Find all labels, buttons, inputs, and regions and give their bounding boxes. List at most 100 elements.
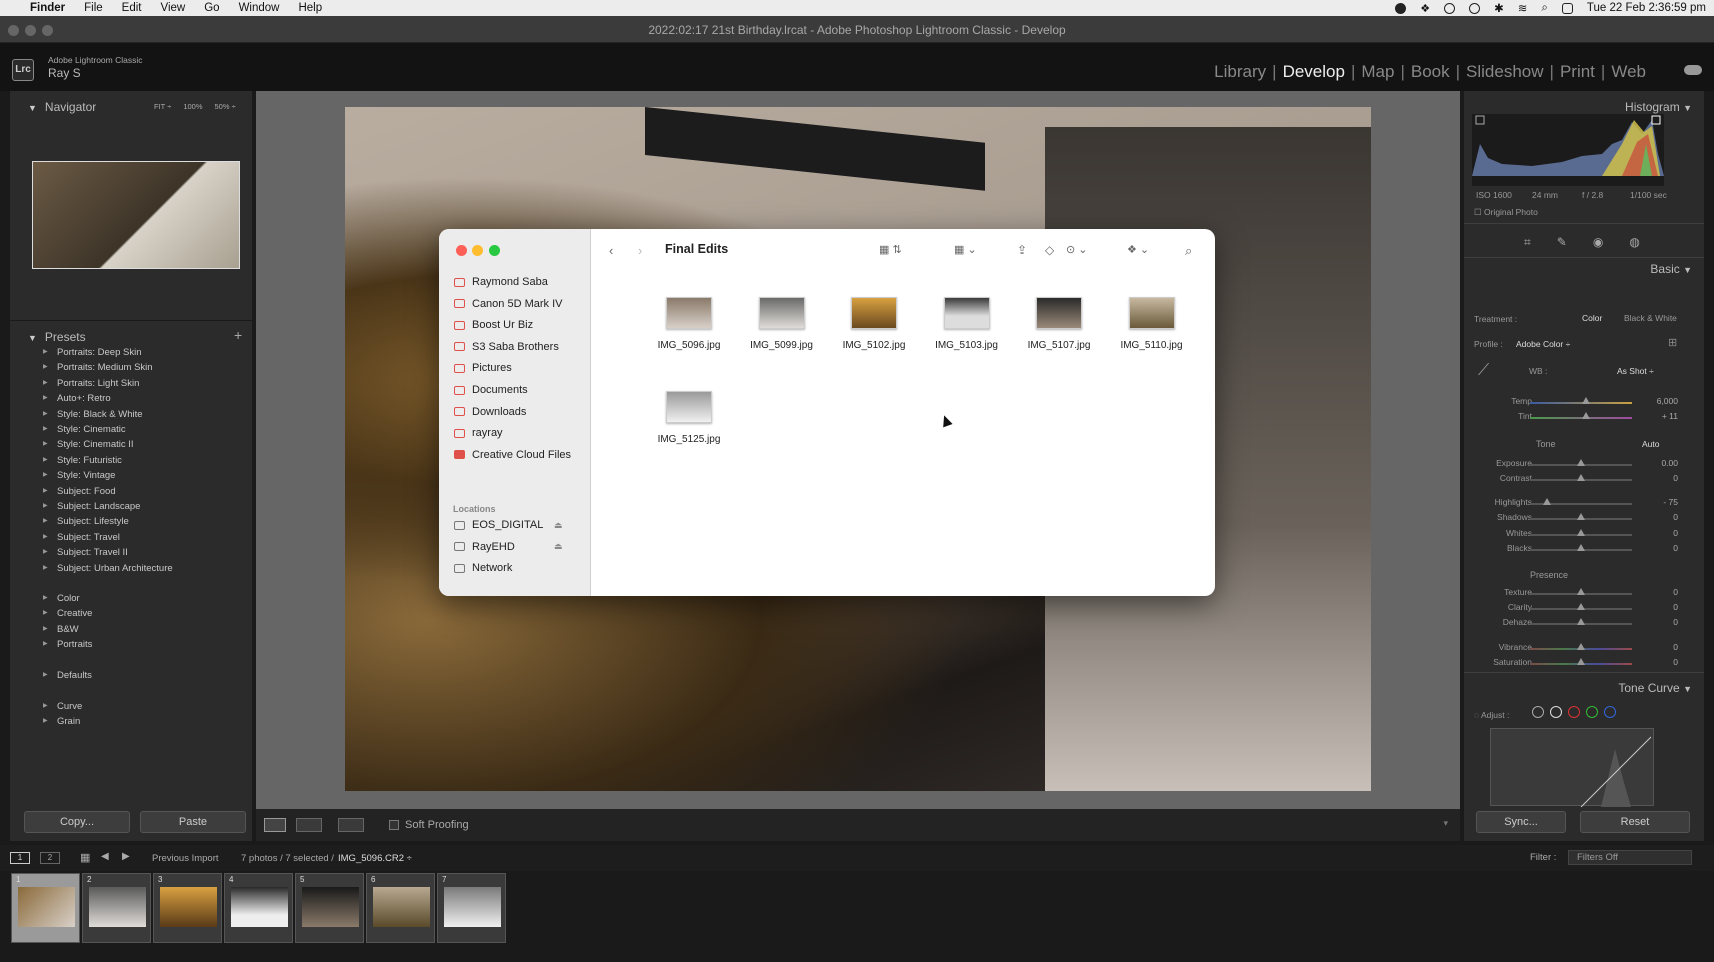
main-window-button[interactable]: 1 — [10, 852, 30, 864]
loupe-view-icon[interactable] — [264, 818, 286, 832]
icon-view-grid-icon[interactable]: ▦ ⇅ — [879, 243, 902, 256]
bluetooth-icon[interactable]: ✱ — [1494, 1, 1504, 15]
sync-button[interactable]: Sync... — [1476, 811, 1566, 833]
slider-value[interactable]: + 11 — [1638, 411, 1678, 421]
slider-track[interactable] — [1530, 658, 1632, 665]
zoom-fit[interactable]: FIT ÷ — [154, 102, 171, 111]
finder-sidebar-item[interactable]: Documents — [454, 384, 528, 396]
finder-sidebar-item[interactable]: S3 Saba Brothers — [454, 341, 559, 353]
slider-track[interactable] — [1530, 588, 1632, 595]
module-book[interactable]: Book — [1411, 62, 1450, 82]
preset-item[interactable]: Portraits: Light Skin — [43, 378, 139, 389]
eject-icon[interactable]: ⏏ — [554, 520, 563, 531]
filmstrip-frame[interactable]: 2 — [82, 873, 151, 943]
paste-button[interactable]: Paste — [140, 811, 246, 833]
sync-status-icon[interactable] — [1444, 2, 1456, 14]
slider-knob[interactable] — [1582, 412, 1591, 419]
slider-knob[interactable] — [1582, 397, 1591, 404]
back-chevron-icon[interactable]: ‹ — [609, 243, 613, 258]
slider-knob[interactable] — [1577, 618, 1585, 625]
slider-value[interactable]: 0 — [1638, 528, 1678, 538]
slider-value[interactable]: 0 — [1638, 602, 1678, 612]
white-balance-picker-icon[interactable]: ⟋ — [1478, 362, 1489, 380]
module-develop[interactable]: Develop — [1283, 62, 1345, 82]
finder-sidebar-item[interactable]: Pictures — [454, 362, 512, 374]
finder-sidebar-item[interactable]: Boost Ur Biz — [454, 319, 533, 331]
slider-knob[interactable] — [1577, 643, 1585, 650]
slider-value[interactable]: 0 — [1638, 473, 1678, 483]
red-channel-icon[interactable] — [1568, 706, 1580, 718]
slider-value[interactable]: 0 — [1638, 642, 1678, 652]
finder-zoom-button[interactable] — [489, 245, 500, 256]
preset-group[interactable]: Color — [43, 593, 80, 604]
preset-item[interactable]: Subject: Travel — [43, 532, 120, 543]
slider-track[interactable] — [1530, 544, 1632, 551]
finder-file-item[interactable]: IMG_5102.jpg — [834, 297, 914, 351]
slider-knob[interactable] — [1577, 603, 1585, 610]
preset-item[interactable]: Style: Vintage — [43, 470, 116, 481]
navigator-preview[interactable] — [32, 161, 240, 269]
finder-file-item[interactable]: IMG_5125.jpg — [649, 391, 729, 445]
parametric-curve-icon[interactable] — [1532, 706, 1544, 718]
finder-file-item[interactable]: IMG_5096.jpg — [649, 297, 729, 351]
treatment-bw[interactable]: Black & White — [1624, 313, 1677, 323]
preset-item[interactable]: Auto+: Retro — [43, 393, 111, 404]
slider-track[interactable] — [1530, 459, 1632, 466]
slider-knob[interactable] — [1577, 588, 1585, 595]
wb-select[interactable]: As Shot ÷ — [1617, 366, 1654, 376]
slider-knob[interactable] — [1577, 513, 1585, 520]
tone-curve-graph[interactable] — [1490, 728, 1654, 808]
more-actions-icon[interactable]: ⊙ ⌄ — [1066, 243, 1088, 256]
spot-heal-icon[interactable]: ✎ — [1557, 235, 1567, 250]
finder-sidebar-item[interactable]: Raymond Saba — [454, 276, 548, 288]
finder-sidebar-item[interactable]: rayray — [454, 427, 503, 439]
share-icon[interactable]: ⇪ — [1017, 243, 1027, 257]
module-print[interactable]: Print — [1560, 62, 1595, 82]
search-icon[interactable]: ⌕ — [1185, 243, 1192, 259]
slider-knob[interactable] — [1577, 459, 1585, 466]
slider-knob[interactable] — [1577, 474, 1585, 481]
histogram[interactable] — [1472, 114, 1664, 186]
slider-track[interactable] — [1530, 618, 1632, 625]
menu-app-finder[interactable]: Finder — [30, 2, 65, 14]
zoom-100[interactable]: 100% — [183, 102, 202, 111]
module-web[interactable]: Web — [1611, 62, 1646, 82]
slider-knob[interactable] — [1577, 544, 1585, 551]
dropbox-icon[interactable]: ❖ — [1420, 2, 1430, 15]
filmstrip-selected-file[interactable]: IMG_5096.CR2 ÷ — [338, 853, 412, 864]
preset-item[interactable]: Subject: Lifestyle — [43, 516, 129, 527]
finder-file-item[interactable]: IMG_5099.jpg — [742, 297, 822, 351]
eject-icon[interactable]: ⏏ — [554, 541, 563, 552]
slider-knob[interactable] — [1543, 498, 1552, 505]
menu-view[interactable]: View — [161, 2, 186, 14]
preset-item[interactable]: Style: Cinematic II — [43, 439, 133, 450]
toolbar-menu-chevron-icon[interactable]: ▾ — [1443, 818, 1448, 829]
module-slideshow[interactable]: Slideshow — [1466, 62, 1544, 82]
module-map[interactable]: Map — [1361, 62, 1394, 82]
menu-file[interactable]: File — [84, 2, 103, 14]
auto-tone-button[interactable]: Auto — [1642, 439, 1660, 449]
finder-location-item[interactable]: Network — [454, 562, 512, 574]
slider-value[interactable]: 0.00 — [1638, 458, 1678, 468]
preset-item[interactable]: Style: Cinematic — [43, 424, 126, 435]
filmstrip-frame[interactable]: 4 — [224, 873, 293, 943]
slider-value[interactable]: 0 — [1638, 587, 1678, 597]
finder-minimize-button[interactable] — [472, 245, 483, 256]
blue-channel-icon[interactable] — [1604, 706, 1616, 718]
preset-group-defaults[interactable]: Defaults — [43, 670, 92, 681]
finder-sidebar-item[interactable]: Creative Cloud Files — [454, 449, 571, 461]
finder-file-item[interactable]: IMG_5103.jpg — [927, 297, 1007, 351]
filmstrip-frame[interactable]: 5 — [295, 873, 364, 943]
tag-icon[interactable]: ◇ — [1045, 243, 1054, 257]
red-eye-icon[interactable]: ◉ — [1593, 235, 1603, 250]
preset-group[interactable]: B&W — [43, 624, 78, 635]
slider-value[interactable]: 0 — [1638, 512, 1678, 522]
previous-import-source[interactable]: Previous Import — [152, 853, 219, 864]
finder-file-item[interactable]: IMG_5110.jpg — [1112, 297, 1192, 351]
preset-item[interactable]: Subject: Urban Architecture — [43, 563, 173, 574]
preset-item[interactable]: Style: Black & White — [43, 409, 142, 420]
preset-group[interactable]: Grain — [43, 716, 80, 727]
record-icon[interactable] — [1395, 2, 1407, 14]
slider-value[interactable]: 6,000 — [1638, 396, 1678, 406]
dropbox-icon[interactable]: ❖ ⌄ — [1127, 243, 1149, 256]
